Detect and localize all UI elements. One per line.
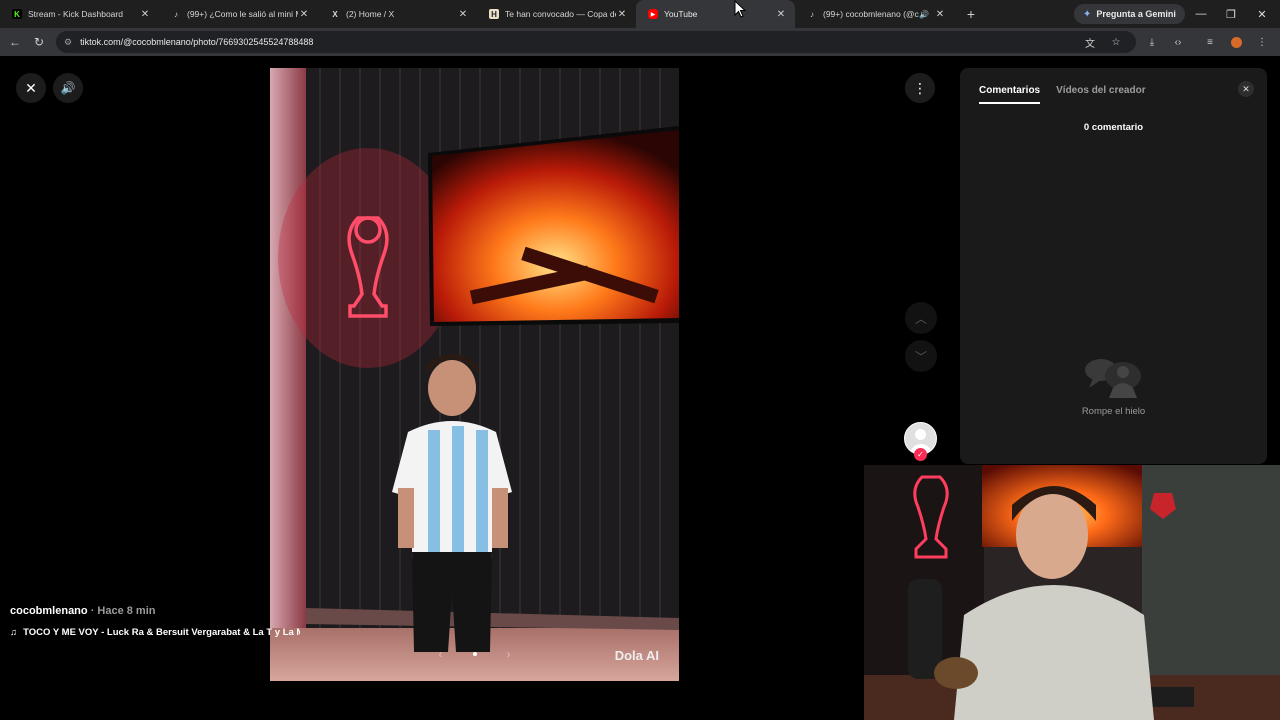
youtube-icon: ▶	[648, 9, 658, 19]
close-tab-icon[interactable]: ✕	[934, 9, 946, 20]
next-image-icon[interactable]: ›	[507, 647, 511, 661]
watermark: Dola AI	[614, 648, 659, 663]
gemini-icon: ✦	[1083, 8, 1092, 20]
tab-title: YouTube	[664, 9, 698, 19]
post-photo[interactable]: ‹ › Dola AI	[270, 68, 679, 681]
browser-tab[interactable]: K Stream - Kick Dashboard ✕	[0, 0, 159, 28]
kick-icon: K	[12, 9, 22, 19]
post-author: cocobmlenano · Hace 8 min	[10, 605, 156, 617]
code-icon[interactable]: ‹›	[1168, 31, 1188, 53]
site-info-icon[interactable]: ⚙	[64, 37, 72, 48]
tiktok-icon: ♪	[810, 9, 814, 19]
tab-comments[interactable]: Comentarios	[979, 85, 1041, 104]
address-bar[interactable]: ⚙ tiktok.com/@cocobmlenano/photo/7669302…	[56, 31, 1136, 53]
close-tab-icon[interactable]: ✕	[298, 9, 310, 20]
previous-post-button[interactable]: ︿	[905, 302, 937, 334]
webcam-overlay	[864, 465, 1280, 720]
speaker-icon[interactable]: 🔊	[919, 10, 929, 19]
chevron-down-icon: ﹀	[914, 349, 927, 364]
reading-list-icon[interactable]: ≡	[1200, 31, 1220, 53]
comments-panel: Comentarios Vídeos del creador ✕ 0 comen…	[960, 68, 1267, 464]
follow-check-icon[interactable]: ✓	[914, 448, 927, 461]
gemini-label: Pregunta a Gemini	[1096, 9, 1176, 19]
browser-tab[interactable]: ♪ (99+) ¿Como le salió al mini Me ✕	[159, 0, 318, 28]
browser-tab-strip: K Stream - Kick Dashboard ✕ ♪ (99+) ¿Com…	[0, 0, 1280, 28]
tab-creator-videos[interactable]: Vídeos del creador	[1056, 85, 1145, 104]
close-tab-icon[interactable]: ✕	[139, 9, 151, 20]
browser-tab[interactable]: X (2) Home / X ✕	[318, 0, 477, 28]
tiktok-photo-viewer: ✕ 🔊 ⋮ ‹ › Dola AI ︿ ﹀ ✓ cocobmlenano · H…	[0, 56, 1280, 720]
menu-kebab-icon[interactable]: ⋮	[1252, 31, 1272, 53]
more-options-button[interactable]: ⋮	[905, 73, 935, 103]
translate-icon[interactable]: 文	[1080, 31, 1100, 53]
tab-title: (99+) cocobmlenano (@coc	[823, 9, 920, 19]
post-time: · Hace 8 min	[90, 605, 156, 617]
new-tab-button[interactable]: +	[960, 6, 982, 22]
tab-title: Te han convocado — Copa de	[505, 9, 616, 19]
volume-icon: 🔊	[60, 81, 76, 95]
reload-icon[interactable]: ↻	[27, 30, 51, 54]
photo-scene	[270, 68, 679, 681]
minimize-icon[interactable]: —	[1186, 0, 1216, 28]
more-dots-icon: ⋮	[913, 79, 927, 96]
empty-comments-label: Rompe el hielo	[1081, 406, 1146, 417]
x-icon: X	[332, 9, 338, 19]
empty-comments-state: Rompe el hielo	[960, 354, 1267, 417]
close-tab-icon[interactable]: ✕	[775, 9, 787, 20]
mouse-cursor-icon	[734, 0, 746, 18]
close-tab-icon[interactable]: ✕	[457, 9, 469, 20]
browser-tab[interactable]: ♪ (99+) cocobmlenano (@coc 🔊 ✕	[795, 0, 954, 28]
close-icon: ✕	[25, 79, 37, 96]
chevron-up-icon: ︿	[914, 311, 927, 326]
music-info[interactable]: ♫ TOCO Y ME VOY - Luck Ra & Bersuit Verg…	[10, 627, 300, 638]
close-tab-icon[interactable]: ✕	[616, 9, 628, 20]
browser-tab-active[interactable]: ▶ YouTube ✕	[636, 0, 795, 28]
gemini-button[interactable]: ✦ Pregunta a Gemini	[1074, 4, 1185, 24]
restore-icon[interactable]: ❐	[1216, 0, 1246, 28]
browser-toolbar: ← ↻ ⚙ tiktok.com/@cocobmlenano/photo/766…	[0, 28, 1280, 56]
bookmark-star-icon[interactable]: ☆	[1106, 31, 1126, 53]
tab-title: Stream - Kick Dashboard	[28, 9, 123, 19]
close-viewer-button[interactable]: ✕	[16, 73, 46, 103]
close-window-icon[interactable]: ✕	[1247, 0, 1277, 28]
close-icon: ✕	[1242, 83, 1250, 94]
doc-icon: H	[489, 9, 499, 19]
tab-title: (2) Home / X	[346, 9, 395, 19]
tab-title: (99+) ¿Como le salió al mini Me	[187, 9, 298, 19]
chat-bubble-illustration-icon	[1084, 359, 1141, 398]
username[interactable]: cocobmlenano	[10, 605, 88, 617]
default-avatar-icon	[915, 429, 926, 440]
url-text: tiktok.com/@cocobmlenano/photo/766930254…	[80, 37, 314, 47]
comment-count: 0 comentario	[1083, 122, 1144, 133]
music-title: TOCO Y ME VOY - Luck Ra & Bersuit Vergar…	[23, 627, 300, 638]
back-arrow-icon[interactable]: ←	[3, 30, 27, 54]
close-panel-button[interactable]: ✕	[1238, 81, 1254, 97]
music-note-icon: ♫	[10, 627, 18, 638]
next-post-button[interactable]: ﹀	[905, 340, 937, 372]
prev-image-icon[interactable]: ‹	[439, 647, 443, 661]
browser-tab[interactable]: H Te han convocado — Copa de ✕	[477, 0, 636, 28]
volume-button[interactable]: 🔊	[53, 73, 83, 103]
webcam-feed	[864, 465, 1280, 720]
carousel-dot-active[interactable]	[472, 652, 477, 656]
tiktok-icon: ♪	[174, 9, 178, 19]
profile-avatar-icon[interactable]	[1226, 31, 1246, 53]
download-icon[interactable]: ⤓	[1142, 31, 1162, 53]
